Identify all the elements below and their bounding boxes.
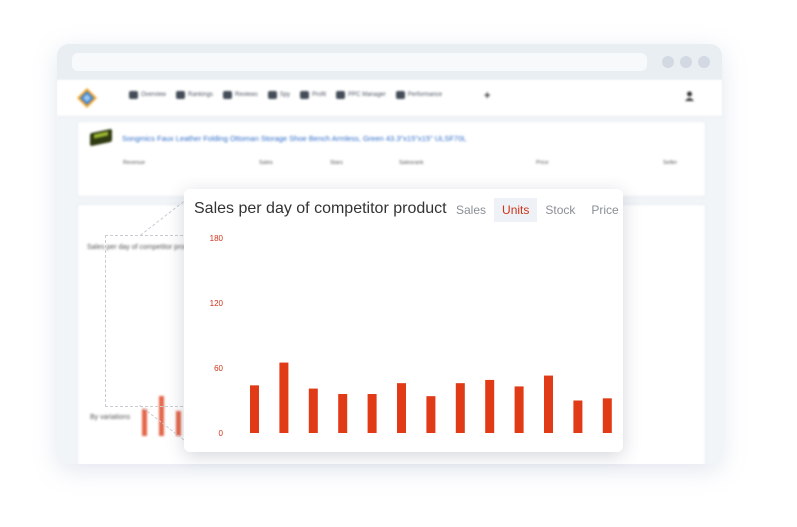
metric-tabs: Sales Units Stock Price [448, 198, 623, 222]
chart-bar[interactable] [308, 388, 318, 433]
stat-salesrank: Salesrank [399, 160, 423, 166]
nav-item-ppc-manager[interactable]: PPC Manager [336, 91, 386, 99]
nav-item-label: Overview [141, 92, 167, 98]
y-tick-label: 180 [210, 234, 224, 243]
nav-item-label: Rankings [188, 92, 214, 98]
stat-label: Price [536, 160, 549, 166]
money-icon [300, 91, 310, 99]
product-thumbnail [90, 128, 112, 147]
stat-label: Revenue [123, 160, 146, 166]
nav-item-label: Performance [407, 92, 443, 98]
chart-bar[interactable] [485, 379, 495, 433]
chart-bar[interactable] [250, 385, 259, 433]
window-dot [698, 56, 710, 68]
add-icon[interactable]: + [484, 91, 490, 102]
tab-sales[interactable]: Sales [448, 198, 494, 222]
chart-bar[interactable] [514, 386, 524, 433]
megaphone-icon [336, 91, 346, 99]
tab-units[interactable]: Units [494, 198, 538, 222]
y-tick-label: 120 [210, 299, 224, 308]
app-logo [77, 88, 97, 108]
popup-title: Sales per day of competitor product [194, 200, 447, 217]
chart-bar[interactable] [455, 383, 465, 433]
stat-label: Seller [663, 160, 678, 166]
nav-item-label: Spy [279, 92, 291, 98]
top-nav: Overview Rankings Reviews Spy Profit PPC Mana… [57, 80, 722, 117]
chart-bar[interactable] [367, 394, 377, 433]
stat-price: Price [536, 160, 549, 166]
bg-chart-bar [176, 410, 181, 436]
variations-label: By variations [90, 414, 131, 421]
user-icon[interactable] [685, 91, 694, 101]
y-tick-label: 60 [214, 364, 223, 373]
stat-label: Stars [330, 160, 343, 166]
nav-item-profit[interactable]: Profit [300, 91, 326, 99]
bg-chart-bar [142, 408, 147, 436]
browser-chrome [57, 44, 722, 80]
nav-item-label: Profit [312, 92, 327, 98]
chart-bar[interactable] [279, 362, 289, 433]
stat-sales: Sales [259, 160, 273, 166]
chart-popup: Sales per day of competitor product Sale… [184, 189, 623, 452]
chart-icon [176, 91, 186, 99]
nav-item-label: PPC Manager [348, 92, 386, 98]
tab-price[interactable]: Price [583, 198, 623, 222]
stat-label: Salesrank [399, 160, 424, 166]
nav-menu: Overview Rankings Reviews Spy Profit PPC Mana… [129, 91, 442, 99]
sales-bar-chart: 0 60 120 180 [210, 234, 612, 438]
thumbs-up-icon [223, 91, 233, 99]
nav-item-performance[interactable]: Performance [395, 91, 443, 99]
address-bar[interactable] [72, 53, 647, 71]
stat-stars: Stars [330, 160, 343, 166]
home-icon [129, 91, 138, 99]
nav-item-label: Reviews [235, 92, 258, 98]
window-dot [662, 56, 674, 68]
chart-bar[interactable] [544, 375, 553, 433]
rocket-icon [395, 91, 405, 99]
zoom-region [105, 235, 188, 407]
y-tick-label: 0 [219, 429, 224, 438]
stat-label: Sales [259, 160, 273, 166]
nav-item-rankings[interactable]: Rankings [176, 91, 213, 99]
chart-bar[interactable] [426, 396, 436, 433]
binoculars-icon [267, 91, 277, 99]
chart-bar[interactable] [397, 383, 406, 433]
nav-item-overview[interactable]: Overview [129, 91, 166, 99]
chart-bar[interactable] [338, 394, 348, 433]
tab-stock[interactable]: Stock [537, 198, 583, 222]
stat-revenue: Revenue [123, 160, 145, 166]
nav-item-spy[interactable]: Spy [267, 91, 291, 99]
chart-bar[interactable] [573, 400, 583, 434]
window-dot [680, 56, 692, 68]
product-card: Songmics Faux Leather Folding Ottoman St… [77, 121, 706, 197]
chart-bar[interactable] [602, 398, 612, 433]
nav-item-reviews[interactable]: Reviews [223, 91, 258, 99]
stat-seller: Seller [663, 160, 677, 166]
product-title[interactable]: Songmics Faux Leather Folding Ottoman St… [122, 134, 466, 143]
